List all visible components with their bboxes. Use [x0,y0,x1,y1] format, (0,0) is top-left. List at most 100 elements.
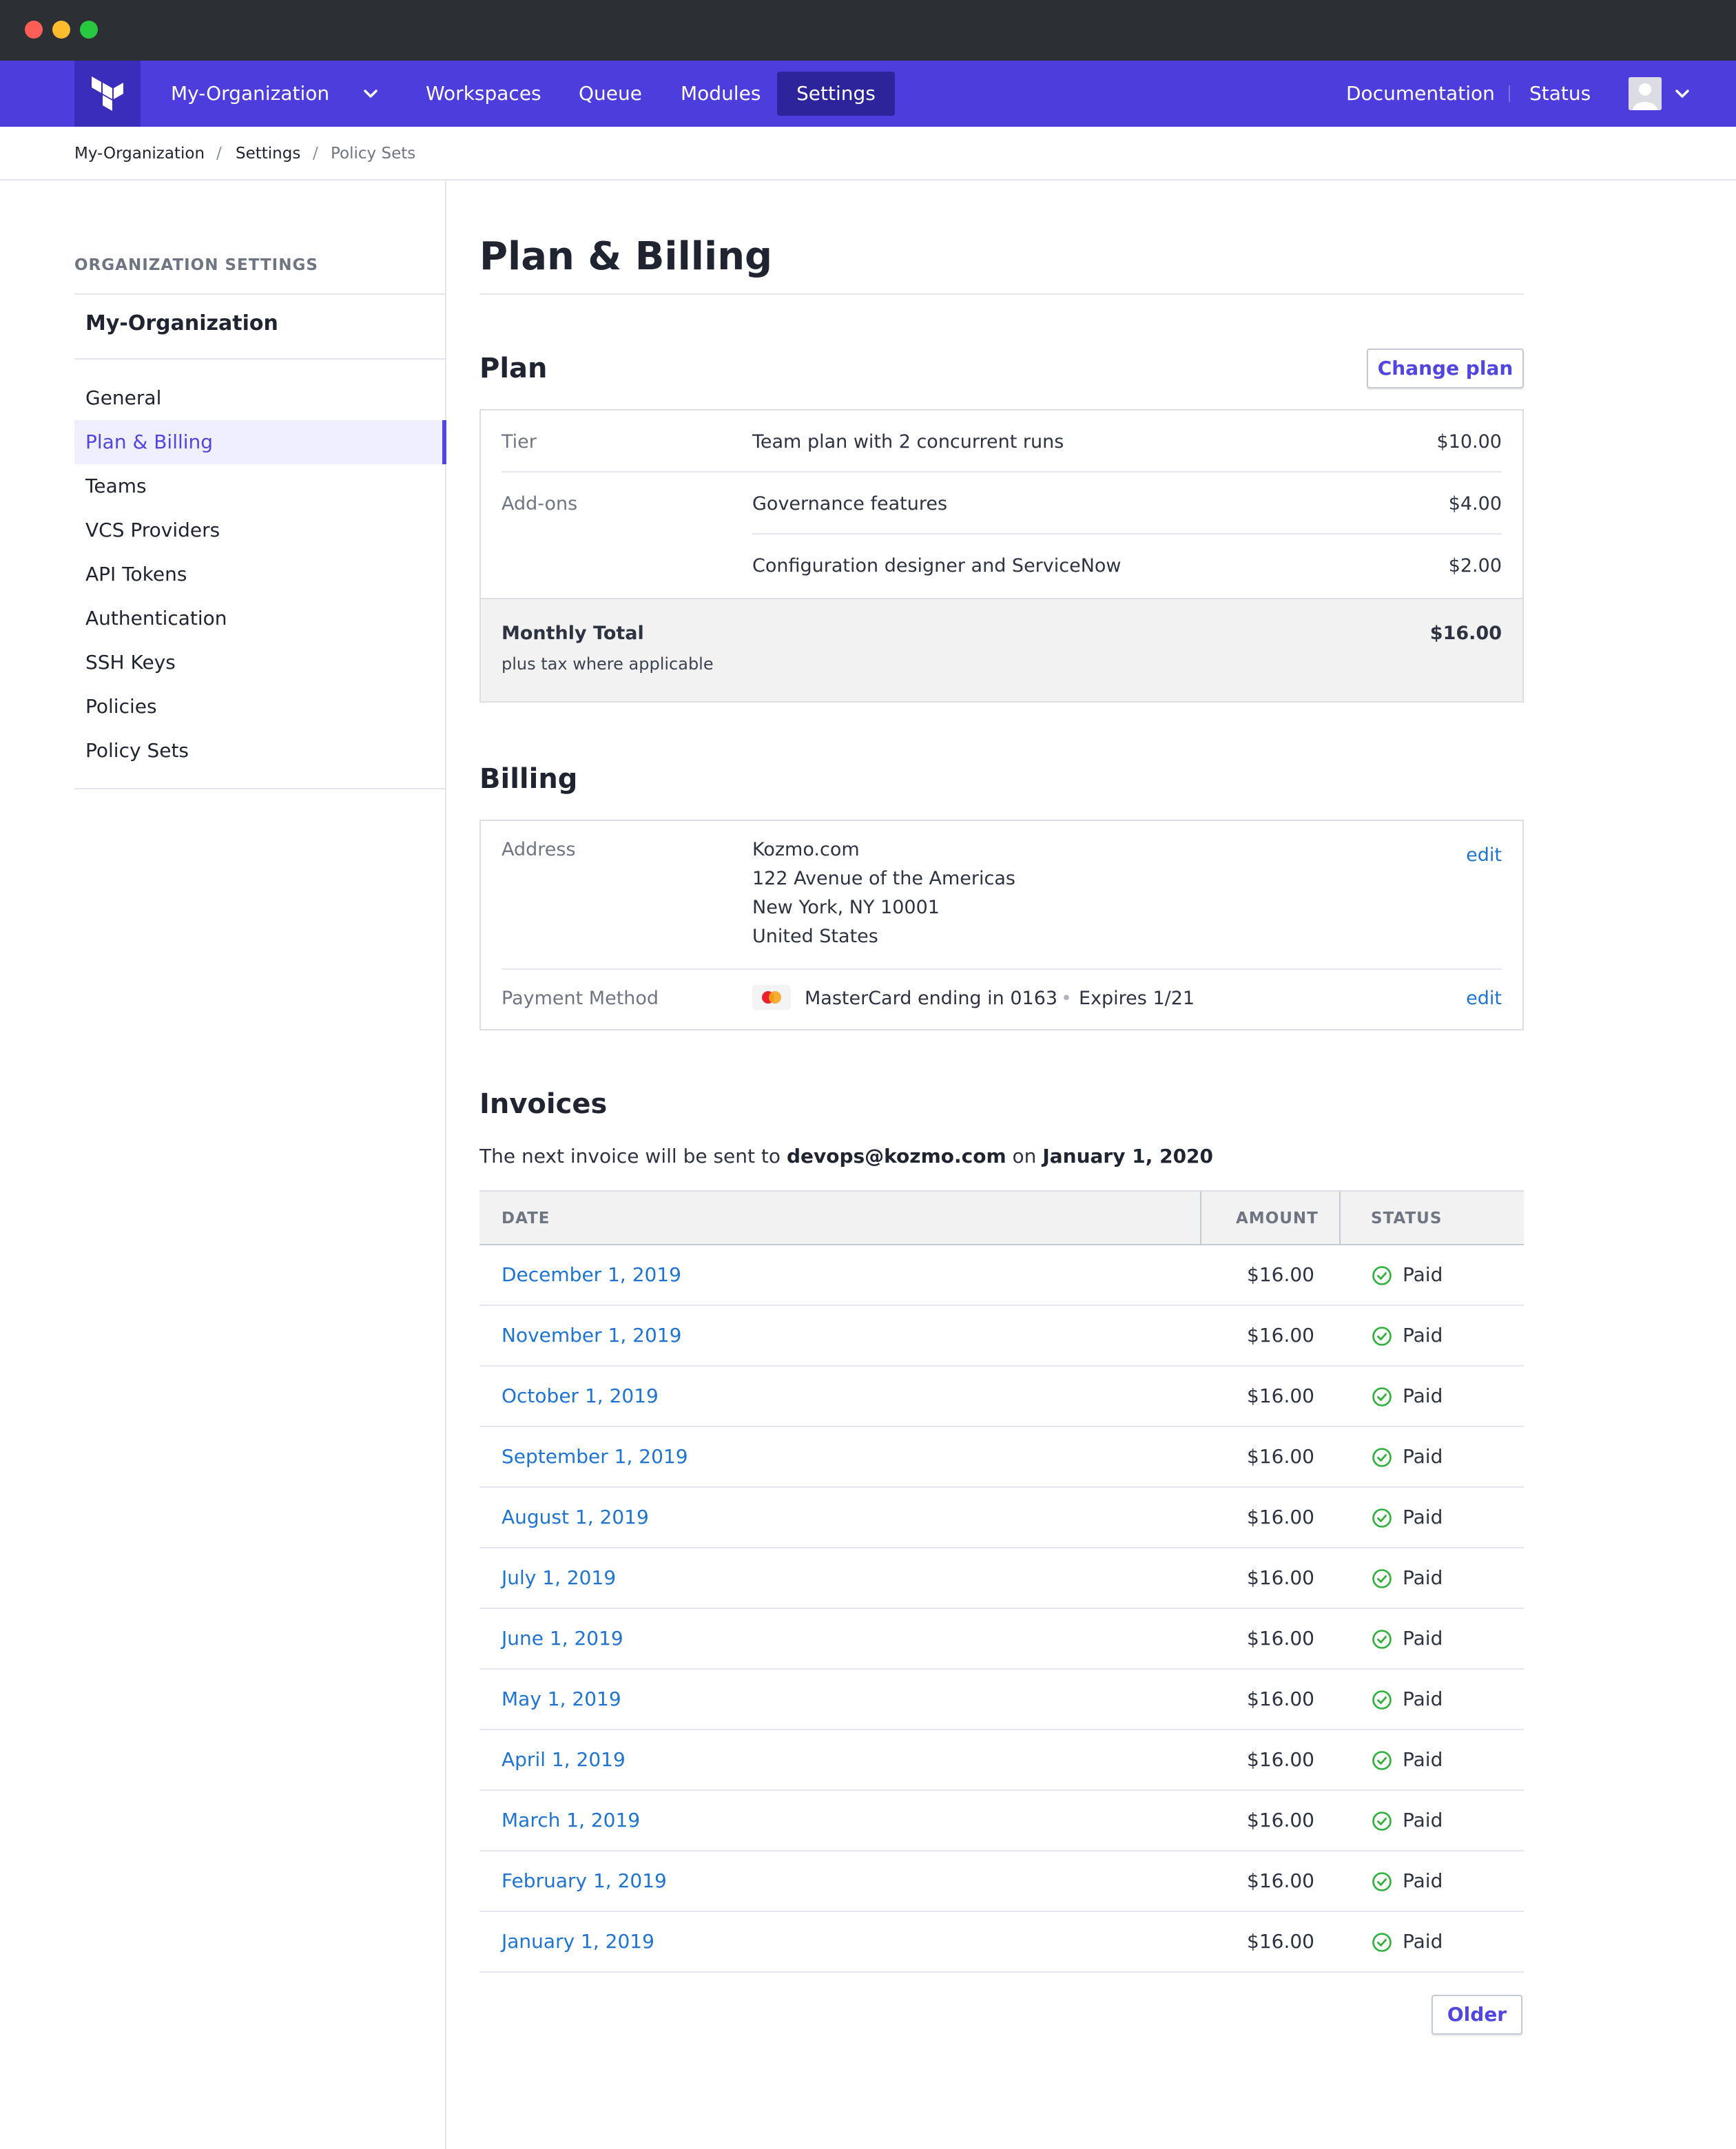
addons-label: Add-ons [502,493,578,515]
addon-name: Configuration designer and ServiceNow [752,555,1122,577]
invoice-date-link[interactable]: November 1, 2019 [502,1306,681,1365]
invoices-section-title: Invoices [479,1088,608,1120]
address-line: United States [752,926,878,947]
sidebar-item-general[interactable]: General [74,376,446,420]
column-header-date[interactable]: DATE [502,1192,550,1245]
sidebar-item-ssh-keys[interactable]: SSH Keys [74,641,446,685]
sidebar-item-vcs-providers[interactable]: VCS Providers [74,508,446,552]
column-divider [1200,1192,1201,1245]
address-line: New York, NY 10001 [752,897,940,918]
invoice-date-link[interactable]: October 1, 2019 [502,1367,659,1426]
invoice-date-link[interactable]: April 1, 2019 [502,1730,626,1789]
nav-status[interactable]: Status [1529,61,1591,127]
check-circle-icon [1372,1751,1392,1770]
nav-documentation[interactable]: Documentation [1346,61,1495,127]
plan-section-title: Plan [479,353,548,384]
invoice-amount: $16.00 [1247,1566,1314,1589]
invoice-date-link[interactable]: February 1, 2019 [502,1851,667,1911]
sidebar-item-policy-sets[interactable]: Policy Sets [74,729,446,773]
sidebar-item-api-tokens[interactable]: API Tokens [74,552,446,596]
invoice-status: Paid [1403,1324,1443,1347]
window-maximize-button[interactable] [80,21,98,39]
invoice-date-link[interactable]: January 1, 2019 [502,1912,654,1971]
user-avatar[interactable] [1629,77,1662,110]
table-header: DATE AMOUNT STATUS [479,1190,1524,1245]
org-switcher[interactable]: My-Organization [171,61,329,127]
invoice-amount: $16.00 [1247,1869,1314,1892]
check-circle-icon [1372,1508,1392,1528]
row-divider [502,968,1502,970]
chevron-down-icon[interactable] [1670,81,1695,106]
window-titlebar [0,0,1736,61]
invoice-status: Paid [1403,1445,1443,1468]
window-minimize-button[interactable] [52,21,70,39]
address-label: Address [502,839,576,860]
chevron-down-icon[interactable] [358,81,383,106]
invoice-status: Paid [1403,1809,1443,1831]
nav-workspaces[interactable]: Workspaces [406,72,561,116]
older-button[interactable]: Older [1432,1995,1522,2035]
change-plan-button[interactable]: Change plan [1367,349,1524,388]
invoice-date-link[interactable]: December 1, 2019 [502,1245,681,1305]
terraform-logo-icon[interactable] [74,61,141,127]
breadcrumb: My-Organization / Settings / Policy Sets [0,127,1736,180]
edit-payment-link[interactable]: edit [1466,988,1502,1009]
nav-modules[interactable]: Modules [661,72,780,116]
card-description: MasterCard ending in 0163 [805,988,1058,1009]
window-close-button[interactable] [25,21,43,39]
row-divider [502,471,1502,473]
invoice-date-link[interactable]: August 1, 2019 [502,1488,649,1547]
sidebar-item-plan-billing[interactable]: Plan & Billing [74,420,446,464]
invoice-status: Paid [1403,1506,1443,1528]
tier-value: Team plan with 2 concurrent runs [752,431,1064,453]
address-line: Kozmo.com [752,839,860,860]
monthly-total-label: Monthly Total [502,623,644,644]
edit-address-link[interactable]: edit [1466,844,1502,866]
table-row: August 1, 2019 $16.00 Paid [479,1488,1524,1548]
table-row: April 1, 2019 $16.00 Paid [479,1730,1524,1791]
table-row: February 1, 2019 $16.00 Paid [479,1851,1524,1912]
table-row: December 1, 2019 $16.00 Paid [479,1245,1524,1306]
invoice-status: Paid [1403,1688,1443,1710]
check-circle-icon [1372,1266,1392,1285]
breadcrumb-settings[interactable]: Settings [236,127,300,180]
billing-box: Address Kozmo.com 122 Avenue of the Amer… [479,820,1524,1030]
check-circle-icon [1372,1933,1392,1952]
tier-price: $10.00 [1436,431,1502,453]
mastercard-icon [752,985,791,1010]
invoice-date-link[interactable]: May 1, 2019 [502,1670,621,1729]
sidebar-item-teams[interactable]: Teams [74,464,446,508]
invoice-status: Paid [1403,1748,1443,1771]
invoice-date-link[interactable]: March 1, 2019 [502,1791,640,1850]
nav-queue[interactable]: Queue [559,72,661,116]
plan-box: Tier Team plan with 2 concurrent runs $1… [479,409,1524,703]
breadcrumb-separator: / [313,145,318,163]
sidebar-item-authentication[interactable]: Authentication [74,596,446,641]
breadcrumb-separator: / [216,145,222,163]
column-header-amount[interactable]: AMOUNT [1236,1192,1319,1245]
invoice-status: Paid [1403,1869,1443,1892]
monthly-total-value: $16.00 [1429,623,1502,644]
breadcrumb-org[interactable]: My-Organization [74,127,205,180]
invoice-amount: $16.00 [1247,1445,1314,1468]
invoice-amount: $16.00 [1247,1324,1314,1347]
addon-name: Governance features [752,493,948,515]
breadcrumb-current: Policy Sets [331,145,416,163]
address-line: 122 Avenue of the Americas [752,868,1015,889]
invoice-status: Paid [1403,1566,1443,1589]
page-title: Plan & Billing [479,234,773,279]
invoice-status: Paid [1403,1384,1443,1407]
sidebar-item-policies[interactable]: Policies [74,685,446,729]
row-divider [752,533,1502,534]
check-circle-icon [1372,1327,1392,1346]
invoice-date-link[interactable]: September 1, 2019 [502,1427,688,1486]
card-expiry: Expires 1/21 [1079,988,1195,1009]
check-circle-icon [1372,1872,1392,1891]
invoice-date-link[interactable]: June 1, 2019 [502,1609,623,1668]
invoice-date-link[interactable]: July 1, 2019 [502,1548,616,1608]
invoice-amount: $16.00 [1247,1748,1314,1771]
check-circle-icon [1372,1690,1392,1710]
nav-settings[interactable]: Settings [777,72,895,116]
column-header-status[interactable]: STATUS [1371,1192,1442,1245]
table-row: November 1, 2019 $16.00 Paid [479,1306,1524,1367]
